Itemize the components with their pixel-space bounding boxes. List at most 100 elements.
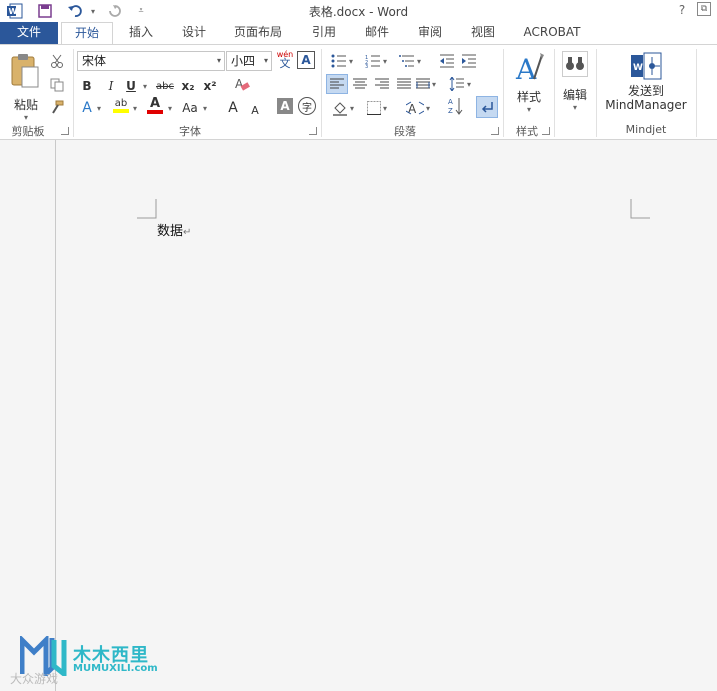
send-to-label: 发送到: [627, 84, 664, 98]
tab-references[interactable]: 引用: [300, 22, 348, 44]
underline-dropdown-icon[interactable]: ▾: [140, 76, 150, 96]
superscript-button[interactable]: x²: [202, 76, 218, 96]
styles-button[interactable]: A 样式 ▾: [511, 51, 547, 117]
clipboard-group-label: 剪贴板: [11, 125, 45, 138]
chinese-layout-button[interactable]: A: [402, 98, 434, 118]
align-left-icon: [330, 78, 344, 89]
body-text[interactable]: 数据: [157, 224, 183, 239]
mindmanager-icon: W: [631, 52, 662, 80]
highlight-color-swatch: [113, 108, 129, 113]
word-window: W ▾ ⩡ 表格.docx - Word ? ⧉ 文件 开始 插入 设计 页面布…: [0, 0, 717, 691]
line-spacing-icon: [449, 77, 464, 91]
tab-mailings[interactable]: 邮件: [354, 22, 400, 44]
cut-icon[interactable]: [48, 51, 66, 71]
justify-icon: [397, 78, 411, 89]
clipboard-launcher[interactable]: [61, 127, 69, 135]
borders-icon: [366, 101, 381, 115]
watermark-url: MUMUXILI.com: [73, 663, 158, 674]
text-effects-dropdown-icon[interactable]: ▾: [94, 98, 104, 118]
chevron-down-icon: ▾: [216, 56, 221, 65]
justify-button[interactable]: [394, 74, 414, 94]
tab-design[interactable]: 设计: [170, 22, 218, 44]
tab-page-layout[interactable]: 页面布局: [225, 22, 291, 44]
tab-file[interactable]: 文件: [0, 22, 58, 44]
watermark-bottom-text: 大众游戏: [10, 672, 59, 686]
numbering-button[interactable]: 123: [362, 51, 390, 71]
grow-font-button[interactable]: A: [225, 98, 241, 118]
tab-view[interactable]: 视图: [460, 22, 506, 44]
tab-insert[interactable]: 插入: [118, 22, 164, 44]
svg-text:3: 3: [365, 64, 368, 68]
paste-dropdown-icon: ▾: [23, 113, 28, 122]
ribbon: 粘贴 ▾ 剪贴板 宋体 ▾ 小四 ▾ wén 文 A B I U ▾ abc x…: [0, 44, 717, 140]
underline-button[interactable]: U: [125, 76, 137, 96]
document-area[interactable]: [0, 140, 717, 691]
styles-dropdown-icon: ▾: [526, 105, 531, 114]
highlight-button[interactable]: ab: [112, 95, 130, 115]
copy-icon[interactable]: [48, 75, 66, 95]
bullets-button[interactable]: [328, 51, 356, 71]
enclose-characters-button[interactable]: 字: [298, 97, 316, 115]
strikethrough-button[interactable]: abc: [155, 76, 175, 96]
document-text[interactable]: 数据↵: [157, 220, 191, 239]
paste-button[interactable]: 粘贴 ▾: [8, 53, 44, 122]
edit-label: 编辑: [562, 88, 587, 102]
bold-button[interactable]: B: [79, 76, 95, 96]
subscript-button[interactable]: x₂: [180, 76, 196, 96]
highlight-dropdown-icon[interactable]: ▾: [130, 98, 140, 118]
margin-corner-top-right: [630, 199, 650, 219]
bullets-icon: [331, 54, 346, 68]
increase-indent-icon[interactable]: [460, 51, 478, 71]
text-effects-button[interactable]: A: [80, 98, 94, 118]
tab-review[interactable]: 审阅: [407, 22, 453, 44]
change-case-dropdown-icon[interactable]: ▾: [200, 98, 210, 118]
align-right-button[interactable]: [372, 74, 392, 94]
distributed-button[interactable]: [414, 74, 438, 94]
tab-acrobat[interactable]: ACROBAT: [515, 22, 589, 44]
borders-button[interactable]: [362, 98, 392, 118]
align-right-icon: [375, 78, 389, 89]
paragraph-group-label: 段落: [394, 125, 416, 138]
svg-text:Z: Z: [448, 107, 453, 115]
styles-launcher[interactable]: [542, 127, 550, 135]
multilevel-list-button[interactable]: [396, 51, 424, 71]
paste-icon: [11, 54, 39, 88]
styles-label: 样式: [516, 90, 541, 104]
send-to-mindmanager-button[interactable]: W 发送到 MindManager: [600, 51, 692, 117]
phonetic-guide-button[interactable]: wén 文: [275, 49, 295, 69]
clear-formatting-icon[interactable]: A: [233, 74, 251, 94]
separator: [596, 49, 597, 137]
separator: [696, 49, 697, 137]
shrink-font-button[interactable]: A: [248, 100, 262, 120]
svg-text:A: A: [515, 53, 537, 85]
change-case-button[interactable]: Aa: [180, 98, 200, 118]
line-spacing-button[interactable]: [446, 74, 474, 94]
show-hide-marks-button[interactable]: [476, 96, 498, 118]
font-size-box[interactable]: 小四 ▾: [226, 51, 272, 71]
editing-button[interactable]: 编辑 ▾: [558, 51, 592, 117]
italic-button[interactable]: I: [103, 76, 119, 96]
ribbon-display-options-button[interactable]: ⧉: [697, 2, 711, 16]
decrease-indent-icon[interactable]: [438, 51, 456, 71]
font-name-box[interactable]: 宋体 ▾: [77, 51, 225, 71]
ribbon-tabs: 文件 开始 插入 设计 页面布局 引用 邮件 审阅 视图 ACROBAT: [0, 22, 717, 45]
align-center-button[interactable]: [350, 74, 370, 94]
tab-home[interactable]: 开始: [61, 22, 113, 45]
font-color-dropdown-icon[interactable]: ▾: [165, 98, 175, 118]
numbering-icon: 123: [365, 55, 380, 68]
separator: [554, 49, 555, 137]
character-shading-button[interactable]: A: [277, 98, 293, 114]
shading-button[interactable]: [328, 98, 358, 118]
align-left-button[interactable]: [326, 74, 348, 94]
font-name-value: 宋体: [82, 54, 107, 68]
paragraph-mark-icon: ↵: [183, 227, 192, 238]
sort-icon[interactable]: AZ: [446, 96, 466, 116]
font-launcher[interactable]: [309, 127, 317, 135]
character-border-button[interactable]: A: [297, 51, 315, 69]
separator: [73, 49, 74, 137]
format-painter-icon[interactable]: [48, 97, 66, 117]
help-button[interactable]: ?: [674, 2, 690, 18]
paragraph-launcher[interactable]: [491, 127, 499, 135]
font-color-swatch: [147, 109, 163, 114]
font-color-button[interactable]: A: [146, 95, 164, 115]
